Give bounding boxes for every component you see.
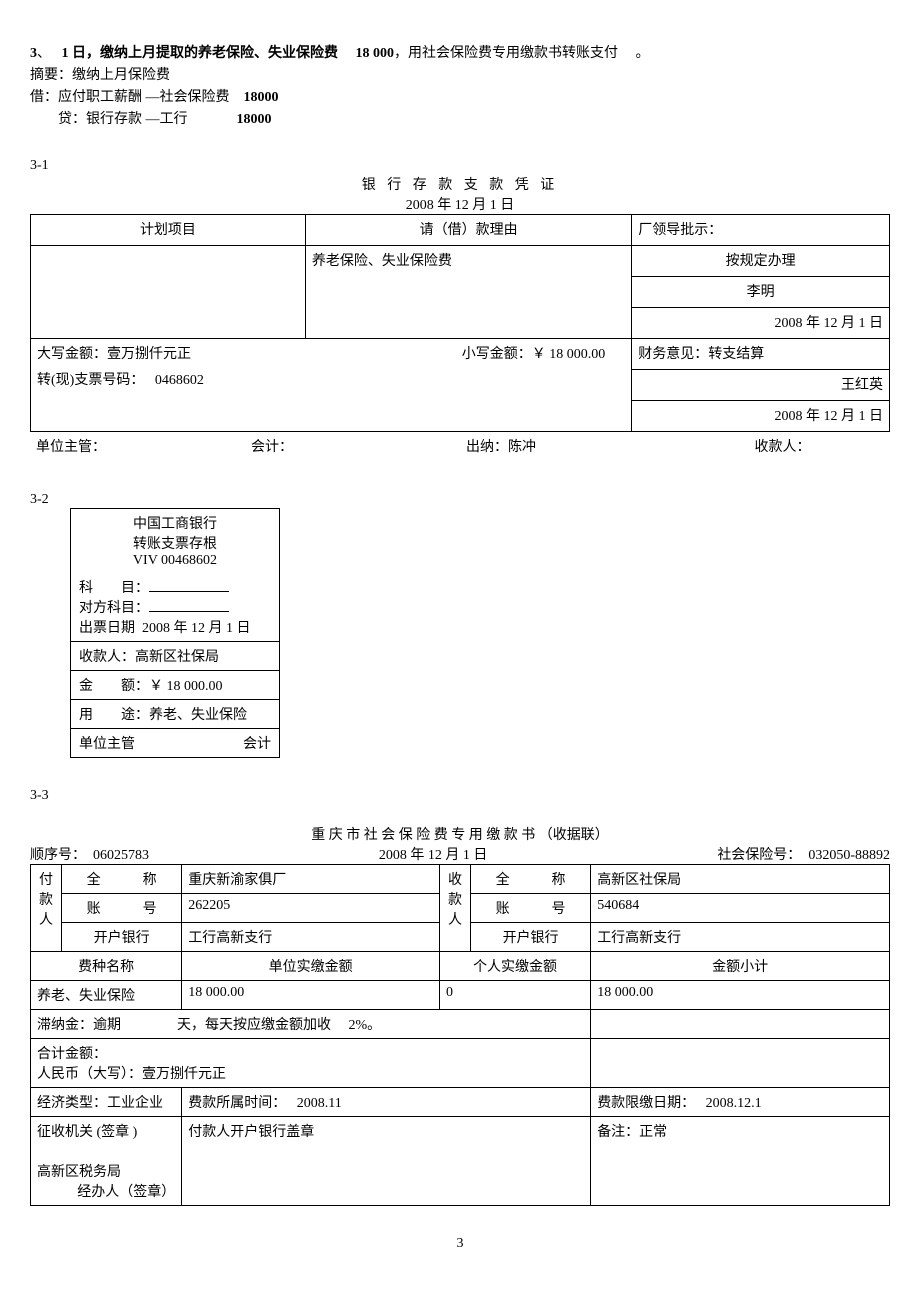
- footer-acct: 会计：: [245, 432, 460, 462]
- col-reason: 请（借）款理由: [305, 215, 631, 246]
- voucher-title: 银 行 存 款 支 款 凭 证: [30, 174, 890, 194]
- header-amount: 18 000: [356, 46, 395, 61]
- col-plan: 计划项目: [31, 215, 306, 246]
- payer-vert: 付款人: [31, 865, 62, 952]
- item-no: 3: [30, 46, 37, 61]
- debit-line: 借：应付职工薪酬 —社会保险费 18000: [30, 86, 890, 106]
- voucher-table: 计划项目 请（借）款理由 厂领导批示： 养老保险、失业保险费 按规定办理 李明 …: [30, 214, 890, 432]
- stub-top: 中国工商银行 转账支票存根 VIV 00468602 科 目： 对方科目： 出票…: [71, 509, 280, 642]
- stub-footer: 单位主管 会计: [71, 729, 280, 758]
- stub-amount: 金 额：￥ 18 000.00: [71, 671, 280, 700]
- fin-name: 王红英: [632, 370, 890, 401]
- reason-cell: 养老保险、失业保险费: [305, 246, 631, 339]
- total-blank: [591, 1039, 890, 1088]
- paybook-table: 付款人 全 称 重庆新渝家俱厂 收款人 全 称 高新区社保局 账 号 26220…: [30, 864, 890, 1206]
- section-3-1-tag: 3-1: [30, 158, 890, 174]
- total-block: 合计金额： 人民币（大写）：壹万捌仟元正: [31, 1039, 591, 1088]
- opp-subject-blank: [149, 597, 229, 612]
- section-3-2-tag: 3-2: [30, 492, 890, 508]
- header-line-1: 3、 1 日，缴纳上月提取的养老保险、失业保险费 18 000，用社会保险费专用…: [30, 42, 890, 62]
- levy-block: 征收机关 (签章 ) 高新区税务局 经办人（签章）: [31, 1117, 182, 1206]
- voucher-date: 2008 年 12 月 1 日: [30, 194, 890, 214]
- approve-date: 2008 年 12 月 1 日: [632, 308, 890, 339]
- summary-line: 摘要：缴纳上月保险费: [30, 64, 890, 84]
- approve-name: 李明: [632, 277, 890, 308]
- fin-opinion: 财务意见：转支结算: [632, 339, 890, 370]
- credit-line: 贷：银行存款 —工行 18000: [30, 108, 890, 128]
- footer-unit: 单位主管：: [30, 432, 245, 462]
- plan-cell: [31, 246, 306, 339]
- section-3-3-tag: 3-3: [30, 788, 890, 804]
- approve-text: 按规定办理: [632, 246, 890, 277]
- col-approve: 厂领导批示：: [632, 215, 890, 246]
- header-tail: ，用社会保险费专用缴款书转账支付: [394, 46, 618, 61]
- amount-block: 大写金额：壹万捌仟元正 小写金额：￥ 18 000.00 转(现)支票号码： 0…: [31, 339, 632, 432]
- page-number: 3: [30, 1236, 890, 1252]
- footer-payee: 收款人：: [675, 432, 890, 462]
- subject-blank: [149, 577, 229, 592]
- paybook-title: 重 庆 市 社 会 保 险 费 专 用 缴 款 书 （收据联）: [30, 824, 890, 844]
- paybook-header-row: 顺序号： 06025783 2008 年 12 月 1 日 社会保险号： 032…: [30, 844, 890, 864]
- late-fee-blank: [591, 1010, 890, 1039]
- header-day: 1 日，缴纳上月提取的养老保险、失业保险费: [62, 46, 339, 61]
- stub-use: 用 途：养老、失业保险: [71, 700, 280, 729]
- footer-cashier: 出纳：陈冲: [460, 432, 675, 462]
- stub-table: 中国工商银行 转账支票存根 VIV 00468602 科 目： 对方科目： 出票…: [70, 508, 280, 758]
- payee-vert: 收款人: [439, 865, 470, 952]
- fin-date: 2008 年 12 月 1 日: [632, 401, 890, 432]
- stub-payee: 收款人：高新区社保局: [71, 642, 280, 671]
- voucher-footer: 单位主管： 会计： 出纳：陈冲 收款人：: [30, 432, 890, 462]
